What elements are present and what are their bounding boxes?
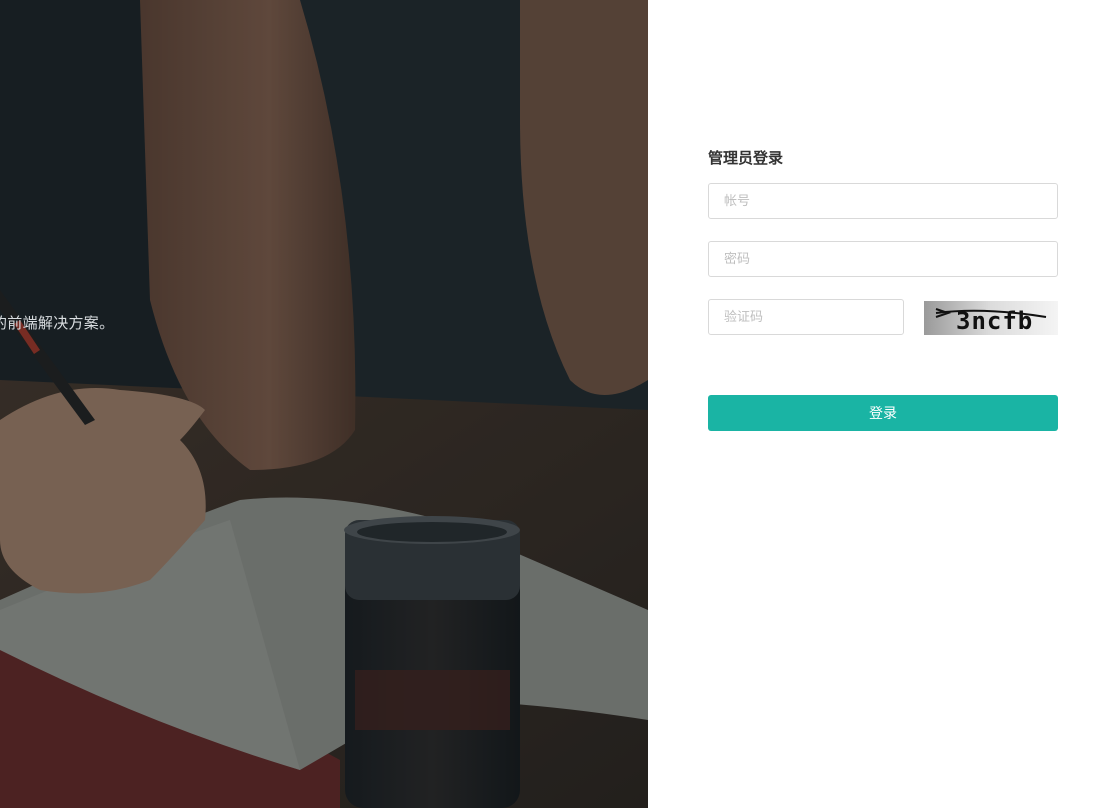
hero-tagline: 的前端解决方案。 xyxy=(0,312,114,333)
login-button[interactable]: 登录 xyxy=(708,395,1058,431)
password-input[interactable] xyxy=(708,241,1058,277)
hero-photo-panel: 的前端解决方案。 xyxy=(0,0,648,808)
account-input[interactable] xyxy=(708,183,1058,219)
hero-tagline-text: 的前端解决方案。 xyxy=(0,314,115,332)
login-page: 的前端解决方案。 管理员登录 3ncfb xyxy=(0,0,1118,808)
captcha-image[interactable]: 3ncfb xyxy=(924,301,1058,335)
hero-photo xyxy=(0,0,648,808)
login-form: 管理员登录 3ncfb 登录 xyxy=(708,148,1058,431)
login-title: 管理员登录 xyxy=(708,149,784,167)
captcha-input[interactable] xyxy=(708,299,904,335)
captcha-row: 3ncfb xyxy=(708,299,1058,335)
